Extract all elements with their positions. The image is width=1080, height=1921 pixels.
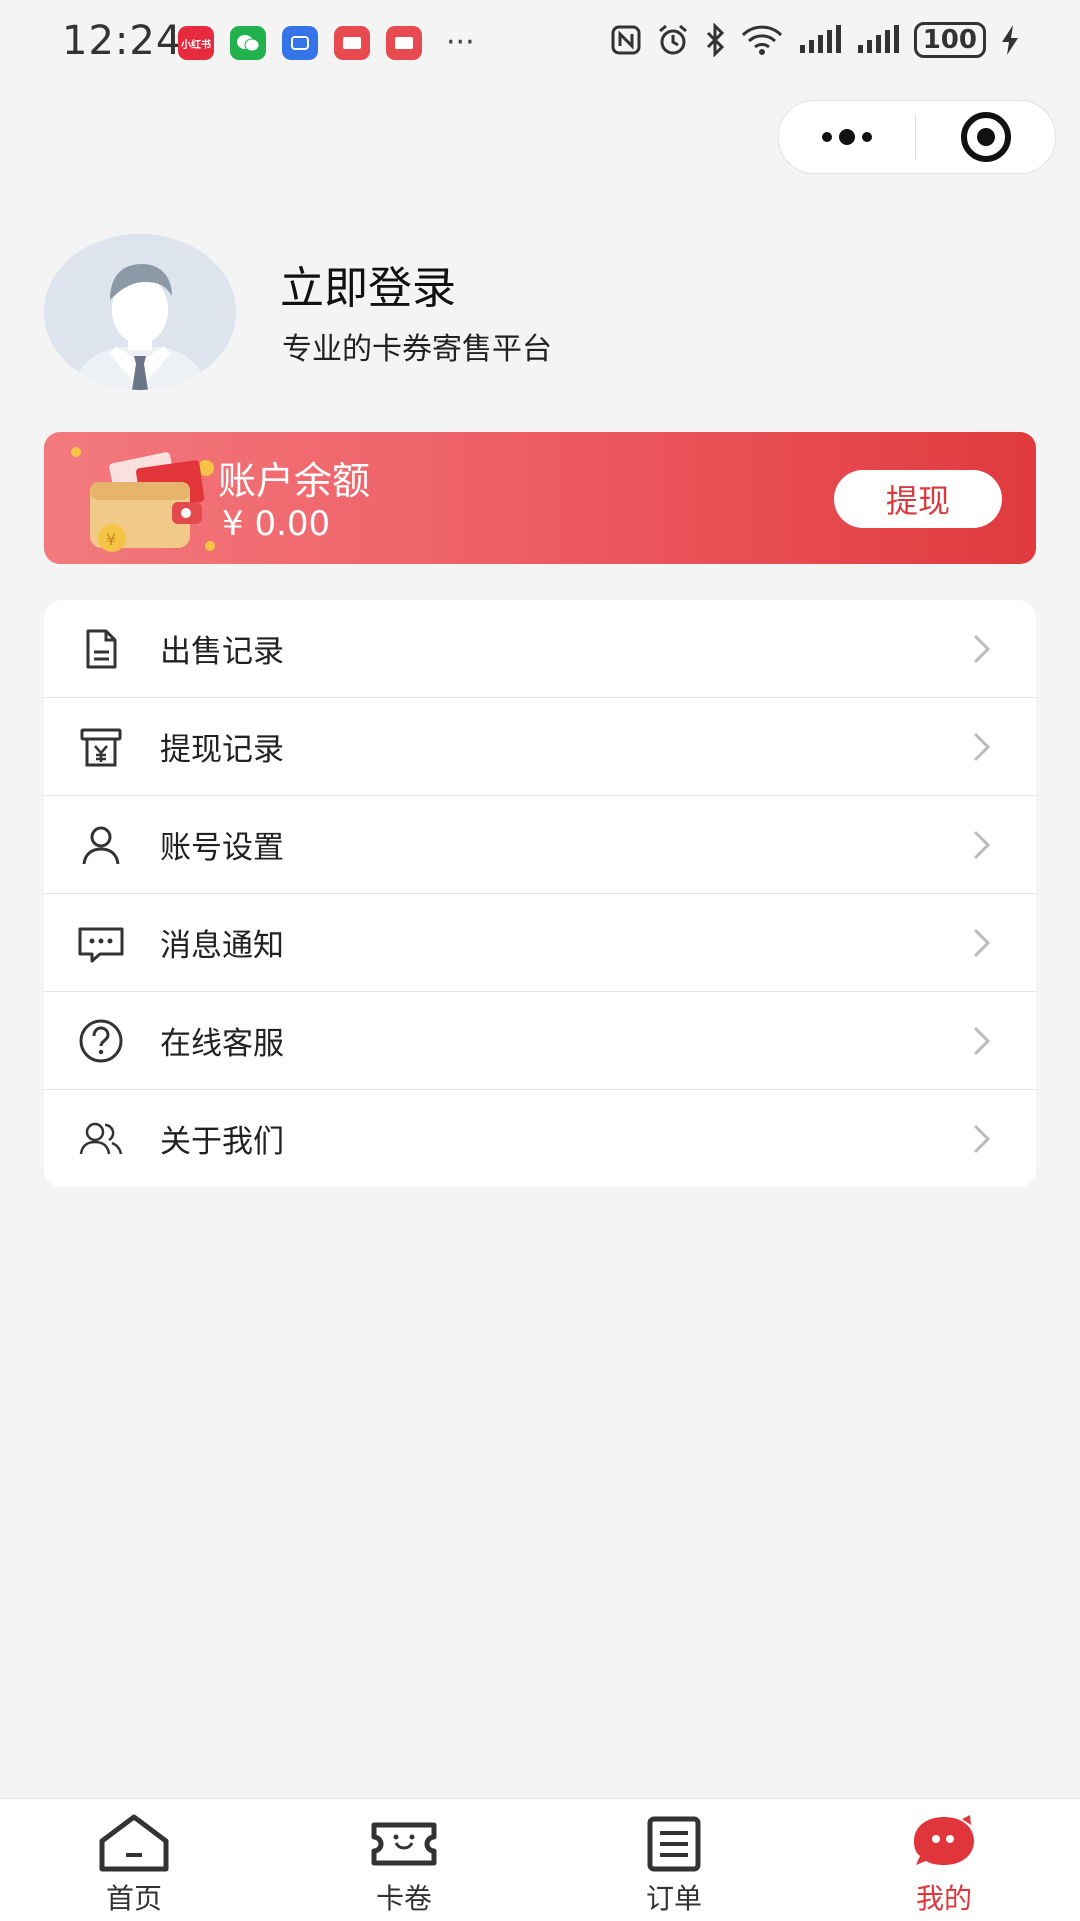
- tab-tickets[interactable]: 卡卷: [304, 1799, 504, 1921]
- balance-amount: ¥ 0.00: [222, 504, 331, 544]
- login-title[interactable]: 立即登录: [280, 252, 456, 316]
- menu-item-label: 消息通知: [160, 928, 284, 964]
- chevron-right-icon: [973, 634, 991, 664]
- order-icon: [647, 1816, 701, 1872]
- menu-item-label: 出售记录: [160, 634, 284, 670]
- menu-list: 出售记录 提现记录 账号设置 消息通知 在线客服 关于我们: [44, 600, 1036, 1187]
- ticket-icon: [371, 1822, 437, 1866]
- notification-icons: 小红书 ···: [178, 26, 475, 60]
- alarm-icon: [658, 24, 687, 55]
- wifi-icon: [741, 25, 782, 55]
- system-icons: 100: [610, 22, 1020, 58]
- tab-label: 订单: [645, 1882, 702, 1915]
- menu-item-notifications[interactable]: 消息通知: [44, 894, 1036, 992]
- document-icon: [86, 629, 117, 669]
- balance-card: ¥ 账户余额 ¥ 0.00 提现: [44, 432, 1036, 564]
- yen-receipt-icon: [80, 728, 122, 767]
- tab-orders[interactable]: 订单: [574, 1799, 774, 1921]
- wechat-icon: [230, 26, 266, 60]
- svg-text:¥: ¥: [106, 530, 116, 549]
- blue-app-icon: [282, 26, 318, 60]
- menu-item-account-settings[interactable]: 账号设置: [44, 796, 1036, 894]
- miniprogram-capsule: [778, 100, 1056, 174]
- close-miniprogram-button[interactable]: [916, 101, 1055, 173]
- home-icon: [99, 1814, 169, 1872]
- menu-item-label: 账号设置: [160, 830, 284, 866]
- battery-icon: 100: [913, 22, 986, 58]
- signal-icon-2: [857, 25, 899, 53]
- balance-label: 账户余额: [218, 459, 371, 503]
- more-notifications-icon: ···: [446, 25, 475, 60]
- status-bar: 12:24 小红书 ··· 100: [0, 0, 1080, 90]
- user-icon: [82, 826, 120, 865]
- menu-item-about-us[interactable]: 关于我们: [44, 1090, 1036, 1187]
- mine-icon: [914, 1815, 974, 1865]
- chevron-right-icon: [973, 1026, 991, 1056]
- chevron-right-icon: [973, 732, 991, 762]
- wallet-illustration-icon: ¥: [71, 447, 215, 552]
- bottom-tab-bar: 首页 卡卷 订单 我的: [0, 1798, 1080, 1921]
- more-dots-icon: [822, 129, 872, 145]
- message-icon: [78, 927, 124, 963]
- target-close-icon: [960, 112, 1011, 162]
- xiaohongshu-icon: 小红书: [178, 26, 214, 60]
- bluetooth-icon: [706, 23, 724, 57]
- menu-item-label: 在线客服: [160, 1026, 284, 1062]
- nfc-icon: [611, 25, 641, 55]
- status-time: 12:24: [62, 18, 183, 64]
- tab-label: 卡卷: [375, 1882, 432, 1915]
- menu-item-customer-service[interactable]: 在线客服: [44, 992, 1036, 1090]
- help-icon: [79, 1019, 123, 1063]
- charging-icon: [1002, 25, 1018, 55]
- tab-label: 我的: [915, 1882, 972, 1915]
- red-app-icon-1: [334, 26, 370, 60]
- login-subtitle: 专业的卡券寄售平台: [282, 332, 552, 367]
- chevron-right-icon: [973, 1124, 991, 1154]
- default-avatar-icon: [44, 234, 236, 390]
- chevron-right-icon: [973, 830, 991, 860]
- tab-label: 首页: [105, 1882, 162, 1915]
- more-button[interactable]: [779, 101, 915, 173]
- menu-item-label: 关于我们: [160, 1124, 284, 1160]
- users-icon: [79, 1122, 123, 1155]
- withdraw-button[interactable]: 提现: [834, 470, 1002, 528]
- chevron-right-icon: [973, 928, 991, 958]
- tab-home[interactable]: 首页: [34, 1799, 234, 1921]
- red-app-icon-2: [386, 26, 422, 60]
- menu-item-withdraw-records[interactable]: 提现记录: [44, 698, 1036, 796]
- tab-mine[interactable]: 我的: [844, 1799, 1044, 1921]
- avatar[interactable]: [44, 234, 236, 390]
- menu-item-sales-records[interactable]: 出售记录: [44, 600, 1036, 698]
- menu-item-label: 提现记录: [160, 732, 284, 768]
- signal-icon-1: [799, 25, 841, 53]
